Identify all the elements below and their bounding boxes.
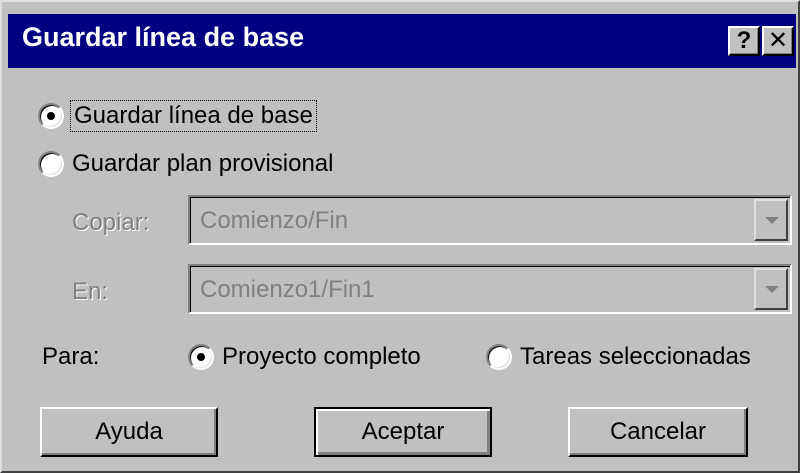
copy-combobox-value: Comienzo/Fin: [200, 207, 349, 234]
title-bar[interactable]: Guardar línea de base ? ✕: [8, 14, 796, 68]
copy-combobox[interactable]: Comienzo/Fin: [188, 195, 792, 245]
question-mark-icon[interactable]: ?: [728, 26, 760, 56]
help-button[interactable]: Ayuda: [40, 407, 218, 457]
radio-button-checked[interactable]: [188, 344, 214, 370]
radio-save-interim-label: Guardar plan provisional: [72, 150, 334, 177]
radio-entire-project-label: Proyecto completo: [222, 343, 421, 370]
radio-entire-project[interactable]: Proyecto completo: [188, 343, 421, 371]
radio-save-baseline-label: Guardar línea de base: [70, 100, 317, 132]
into-combobox-value: Comienzo1/Fin1: [200, 276, 375, 303]
into-combobox[interactable]: Comienzo1/Fin1: [188, 264, 792, 314]
scope-label: Para:: [42, 343, 100, 370]
save-baseline-dialog: Guardar línea de base ? ✕ Guardar línea …: [0, 0, 800, 473]
radio-selected-tasks[interactable]: Tareas seleccionadas: [486, 343, 751, 371]
close-icon[interactable]: ✕: [762, 26, 794, 56]
chevron-down-icon[interactable]: [754, 268, 788, 310]
cancel-button[interactable]: Cancelar: [568, 407, 748, 457]
dialog-title: Guardar línea de base: [22, 22, 305, 52]
radio-save-interim-plan[interactable]: Guardar plan provisional: [38, 150, 333, 178]
radio-selected-tasks-label: Tareas seleccionadas: [520, 343, 751, 370]
radio-button-unchecked[interactable]: [486, 344, 512, 370]
ok-button[interactable]: Aceptar: [314, 407, 492, 457]
into-field-label: En:: [72, 278, 109, 305]
chevron-down-icon[interactable]: [754, 199, 788, 241]
radio-button-unchecked[interactable]: [38, 151, 64, 177]
copy-field-label: Copiar:: [72, 209, 150, 236]
radio-save-baseline[interactable]: Guardar línea de base: [38, 100, 317, 132]
radio-button-checked[interactable]: [38, 103, 64, 129]
